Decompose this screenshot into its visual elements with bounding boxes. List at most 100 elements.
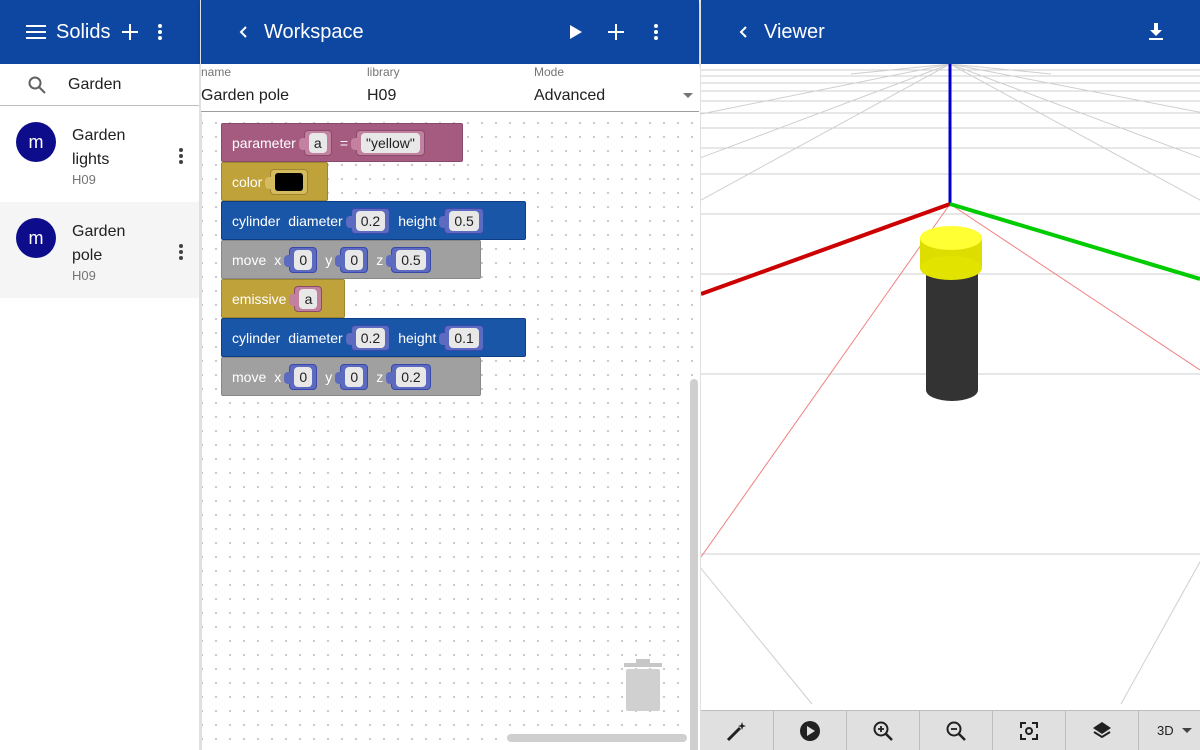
zoom-in-icon: [873, 721, 893, 741]
height-slot[interactable]: 0.1: [439, 324, 484, 351]
add-solid-button[interactable]: [110, 12, 150, 52]
plus-icon: [608, 24, 624, 40]
diameter-value[interactable]: 0.2: [355, 327, 386, 348]
parameter-name[interactable]: a: [308, 132, 327, 153]
solids-app-bar: Solids: [0, 0, 200, 64]
list-item-garden-lights[interactable]: m Garden lights H09: [0, 106, 199, 202]
z-slot[interactable]: 0.5: [386, 246, 431, 273]
workspace-app-bar: Workspace: [201, 0, 699, 64]
library-field[interactable]: library H09: [367, 64, 527, 105]
solids-more-button[interactable]: [150, 12, 170, 52]
block-label: cylinder: [232, 212, 281, 229]
parameter-value-slot[interactable]: "yellow": [351, 129, 425, 156]
panel-divider: [200, 0, 201, 750]
block-label: color: [232, 173, 263, 190]
run-button[interactable]: [556, 12, 596, 52]
height-value[interactable]: 0.5: [449, 210, 479, 231]
parameter-name-slot[interactable]: a: [298, 129, 332, 156]
play-circle-button[interactable]: [774, 710, 847, 750]
z-value[interactable]: 0.5: [396, 249, 426, 270]
plus-icon: [122, 24, 139, 40]
item-more-button[interactable]: [179, 244, 183, 265]
avatar: m: [16, 122, 56, 162]
viewer-back-button[interactable]: [723, 12, 763, 52]
x-value[interactable]: 0: [294, 366, 313, 387]
solids-title: Solids: [56, 20, 111, 43]
y-value[interactable]: 0: [345, 366, 364, 387]
layers-icon: [1093, 721, 1111, 738]
panel-divider: [700, 0, 701, 750]
item-title-line: lights: [72, 151, 110, 168]
color-swatch[interactable]: [275, 172, 304, 191]
mode-select[interactable]: Mode Advanced: [534, 64, 699, 105]
diameter-slot[interactable]: 0.2: [345, 207, 391, 234]
list-item-garden-pole[interactable]: m Garden pole H09: [0, 202, 199, 298]
emissive-value[interactable]: a: [299, 288, 318, 309]
diameter-value[interactable]: 0.2: [355, 210, 386, 231]
x-value[interactable]: 0: [294, 249, 313, 270]
y-value[interactable]: 0: [345, 249, 364, 270]
parameter-value[interactable]: "yellow": [361, 132, 420, 153]
x-slot[interactable]: 0: [284, 246, 318, 273]
blockly-workspace[interactable]: parameter a = "yellow" color cylinder di…: [201, 113, 699, 750]
search-input[interactable]: [68, 75, 188, 94]
add-block-button[interactable]: [596, 12, 636, 52]
layers-button[interactable]: [1066, 710, 1139, 750]
diameter-slot[interactable]: 0.2: [345, 324, 391, 351]
zoom-in-button[interactable]: [847, 710, 920, 750]
workspace-title: Workspace: [264, 20, 364, 43]
emissive-block[interactable]: emissive a: [221, 279, 345, 318]
y-slot[interactable]: 0: [335, 246, 369, 273]
move-block[interactable]: move x 0 y 0 z 0.2: [221, 357, 481, 396]
center-focus-button[interactable]: [993, 710, 1066, 750]
more-vert-icon: [158, 24, 163, 40]
emissive-slot[interactable]: a: [289, 285, 323, 312]
workspace-back-button[interactable]: [223, 12, 263, 52]
item-library: H09: [72, 268, 96, 283]
cylinder-block[interactable]: cylinder diameter 0.2 height 0.1: [221, 318, 526, 357]
viewer-app-bar: Viewer: [701, 0, 1200, 64]
cylinder-block[interactable]: cylinder diameter 0.2 height 0.5: [221, 201, 526, 240]
horizontal-scrollbar[interactable]: [507, 734, 687, 742]
name-label: name: [201, 65, 232, 79]
viewer-3d[interactable]: [701, 64, 1200, 750]
move-block[interactable]: move x 0 y 0 z 0.5: [221, 240, 481, 279]
block-label: move: [232, 368, 267, 385]
diameter-label: diameter: [288, 212, 343, 229]
view-mode-value: 3D: [1157, 723, 1174, 738]
color-slot[interactable]: [265, 168, 309, 195]
solids-panel: m Garden lights H09 m Garden pole H09: [0, 64, 200, 750]
viewer-title: Viewer: [764, 20, 825, 43]
parameter-block[interactable]: parameter a = "yellow": [221, 123, 463, 162]
vertical-scrollbar[interactable]: [690, 379, 698, 750]
center-focus-icon: [1020, 721, 1038, 740]
dropdown-arrow-icon: [1181, 728, 1192, 733]
play-icon: [570, 25, 582, 39]
color-block[interactable]: color: [221, 162, 328, 201]
library-label: library: [367, 65, 400, 79]
z-value[interactable]: 0.2: [396, 366, 426, 387]
trash-can-icon[interactable]: [620, 655, 666, 718]
x-slot[interactable]: 0: [284, 363, 318, 390]
name-value: Garden pole: [201, 87, 290, 104]
height-slot[interactable]: 0.5: [439, 207, 484, 234]
magic-wand-icon: [726, 721, 746, 741]
dropdown-arrow-icon[interactable]: [683, 93, 693, 98]
play-circle-icon: [800, 720, 820, 741]
item-more-button[interactable]: [179, 148, 183, 169]
z-label: z: [376, 251, 384, 268]
zoom-out-button[interactable]: [920, 710, 993, 750]
name-field[interactable]: name Garden pole: [201, 64, 361, 105]
download-icon: [1149, 23, 1163, 40]
axis-x: [701, 202, 951, 296]
z-slot[interactable]: 0.2: [386, 363, 431, 390]
download-button[interactable]: [1136, 12, 1176, 52]
y-slot[interactable]: 0: [335, 363, 369, 390]
workspace-more-button[interactable]: [636, 12, 676, 52]
menu-icon[interactable]: [16, 12, 56, 52]
height-label: height: [398, 329, 437, 346]
view-mode-select[interactable]: 3D: [1139, 723, 1192, 738]
height-value[interactable]: 0.1: [449, 327, 479, 348]
mode-value: Advanced: [534, 87, 606, 104]
magic-wand-button[interactable]: [701, 710, 774, 750]
